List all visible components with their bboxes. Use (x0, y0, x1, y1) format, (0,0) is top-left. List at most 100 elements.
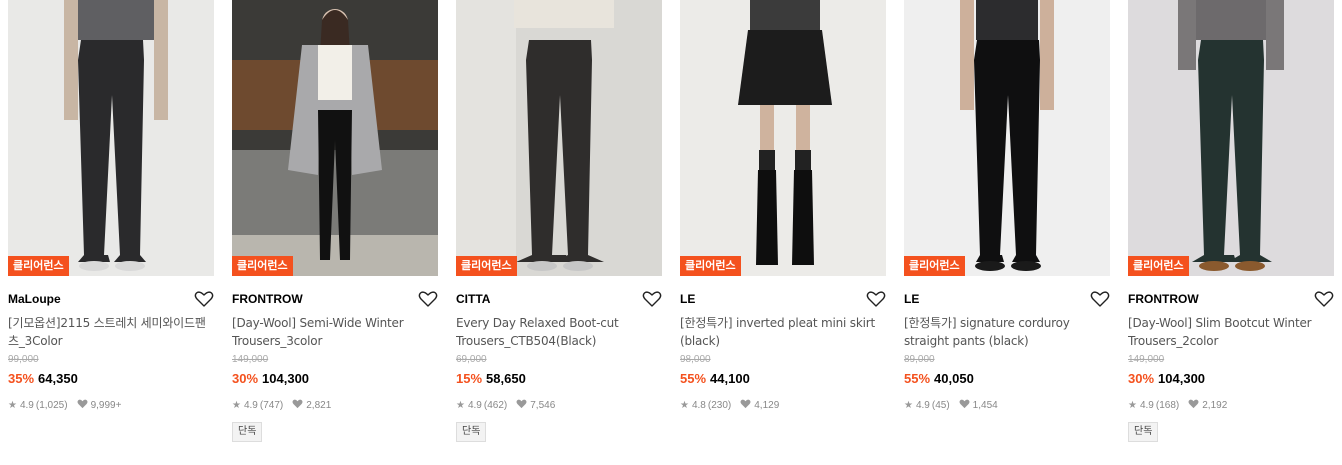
clearance-badge: 클리어런스 (904, 256, 965, 276)
exclusive-tag: 단독 (456, 422, 487, 442)
product-name[interactable]: [한정특가] signature corduroy straight pants… (904, 314, 1110, 350)
like-count: 2,192 (1202, 399, 1228, 411)
discount-rate: 30% (232, 371, 259, 386)
brand-name[interactable]: CITTA (456, 292, 490, 306)
original-price: 69,000 (456, 354, 487, 365)
likes-heart-icon (959, 399, 970, 412)
product-image[interactable]: 클리어런스 (904, 0, 1110, 276)
corduroy-pants-model-icon (904, 0, 1110, 276)
product-name[interactable]: [기모옵션]2115 스트레치 세미와이드팬츠_3Color (8, 314, 214, 350)
wishlist-heart-icon[interactable] (418, 290, 438, 308)
price-row: 15% 58,650 (456, 371, 662, 389)
product-name[interactable]: Every Day Relaxed Boot-cut Trousers_CTB5… (456, 314, 662, 350)
like-count: 2,821 (306, 399, 332, 411)
product-grid: 클리어런스 MaLoupe [기모옵션]2115 스트레치 세미와이드팬츠_3C… (0, 0, 1342, 465)
product-stats: ★ 4.9 (462) 7,546 (456, 398, 662, 412)
discount-rate: 55% (680, 371, 707, 386)
product-card[interactable]: 클리어런스 LE [한정특가] signature corduroy strai… (904, 0, 1110, 465)
rating: 4.8 (691, 399, 706, 411)
exclusive-tag: 단독 (232, 422, 263, 442)
review-count: (168) (1155, 399, 1180, 411)
product-stats: ★ 4.9 (747) 2,821 (232, 398, 438, 412)
product-image[interactable]: 클리어런스 (8, 0, 214, 276)
brand-name[interactable]: FRONTROW (1128, 292, 1199, 306)
star-icon: ★ (8, 399, 17, 411)
sale-price: 44,100 (710, 371, 750, 386)
brand-name[interactable]: MaLoupe (8, 292, 61, 306)
star-icon: ★ (456, 399, 465, 411)
brand-name[interactable]: LE (904, 292, 919, 306)
brand-name[interactable]: LE (680, 292, 695, 306)
original-price: 89,000 (904, 354, 935, 365)
wishlist-heart-icon[interactable] (1314, 290, 1334, 308)
likes-heart-icon (516, 399, 527, 412)
product-card[interactable]: 클리어런스 FRONTROW [Day-Wool] Slim Bootcut W… (1128, 0, 1334, 465)
price-row: 30% 104,300 (1128, 371, 1334, 389)
sale-price: 58,650 (486, 371, 526, 386)
wishlist-heart-icon[interactable] (1090, 290, 1110, 308)
street-model-grey-coat-icon (232, 0, 438, 276)
like-count: 7,546 (530, 399, 556, 411)
wishlist-heart-icon[interactable] (866, 290, 886, 308)
clearance-badge: 클리어런스 (8, 256, 69, 276)
sale-price: 40,050 (934, 371, 974, 386)
sale-price: 64,350 (38, 371, 78, 386)
discount-rate: 15% (456, 371, 483, 386)
sale-price: 104,300 (1158, 371, 1206, 386)
clearance-badge: 클리어런스 (1128, 256, 1189, 276)
product-card[interactable]: 클리어런스 CITTA Every Day Relaxed Boot-cut T… (456, 0, 662, 465)
like-count: 4,129 (754, 399, 780, 411)
price-row: 35% 64,350 (8, 371, 214, 389)
discount-rate: 55% (904, 371, 931, 386)
brand-name[interactable]: FRONTROW (232, 292, 303, 306)
star-icon: ★ (1128, 399, 1137, 411)
price-row: 55% 44,100 (680, 371, 886, 389)
star-icon: ★ (904, 399, 913, 411)
green-bootcut-model-icon (1128, 0, 1334, 276)
product-name[interactable]: [한정특가] inverted pleat mini skirt (black) (680, 314, 886, 350)
review-count: (230) (707, 399, 732, 411)
discount-rate: 35% (8, 371, 35, 386)
product-stats: ★ 4.9 (1,025) 9,999+ (8, 398, 214, 412)
like-count: 1,454 (972, 399, 998, 411)
bootcut-trousers-model-icon (456, 0, 662, 276)
mini-skirt-model-icon (680, 0, 886, 276)
original-price: 98,000 (680, 354, 711, 365)
product-image[interactable]: 클리어런스 (680, 0, 886, 276)
star-icon: ★ (232, 399, 241, 411)
original-price: 149,000 (232, 354, 269, 365)
product-name[interactable]: [Day-Wool] Semi-Wide Winter Trousers_3co… (232, 314, 438, 350)
product-card[interactable]: 클리어런스 MaLoupe [기모옵션]2115 스트레치 세미와이드팬츠_3C… (8, 0, 214, 465)
review-count: (1,025) (35, 399, 68, 411)
product-image[interactable]: 클리어런스 (1128, 0, 1334, 276)
product-card[interactable]: 클리어런스 FRONTROW [Day-Wool] Semi-Wide Wint… (232, 0, 438, 465)
black-wide-pants-model-icon (8, 0, 214, 276)
product-stats: ★ 4.8 (230) 4,129 (680, 398, 886, 412)
review-count: (45) (931, 399, 950, 411)
rating: 4.9 (19, 399, 34, 411)
rating: 4.9 (467, 399, 482, 411)
wishlist-heart-icon[interactable] (642, 290, 662, 308)
discount-rate: 30% (1128, 371, 1155, 386)
product-image[interactable]: 클리어런스 (456, 0, 662, 276)
likes-heart-icon (740, 399, 751, 412)
review-count: (462) (483, 399, 508, 411)
clearance-badge: 클리어런스 (456, 256, 517, 276)
exclusive-tag: 단독 (1128, 422, 1159, 442)
price-row: 30% 104,300 (232, 371, 438, 389)
rating: 4.9 (243, 399, 258, 411)
product-card[interactable]: 클리어런스 LE [한정특가] inverted pleat mini skir… (680, 0, 886, 465)
product-image[interactable]: 클리어런스 (232, 0, 438, 276)
clearance-badge: 클리어런스 (680, 256, 741, 276)
product-name[interactable]: [Day-Wool] Slim Bootcut Winter Trousers_… (1128, 314, 1334, 350)
likes-heart-icon (77, 399, 88, 412)
product-stats: ★ 4.9 (168) 2,192 (1128, 398, 1334, 412)
wishlist-heart-icon[interactable] (194, 290, 214, 308)
star-icon: ★ (680, 399, 689, 411)
likes-heart-icon (1188, 399, 1199, 412)
clearance-badge: 클리어런스 (232, 256, 293, 276)
original-price: 99,000 (8, 354, 39, 365)
original-price: 149,000 (1128, 354, 1165, 365)
likes-heart-icon (292, 399, 303, 412)
rating: 4.9 (1139, 399, 1154, 411)
